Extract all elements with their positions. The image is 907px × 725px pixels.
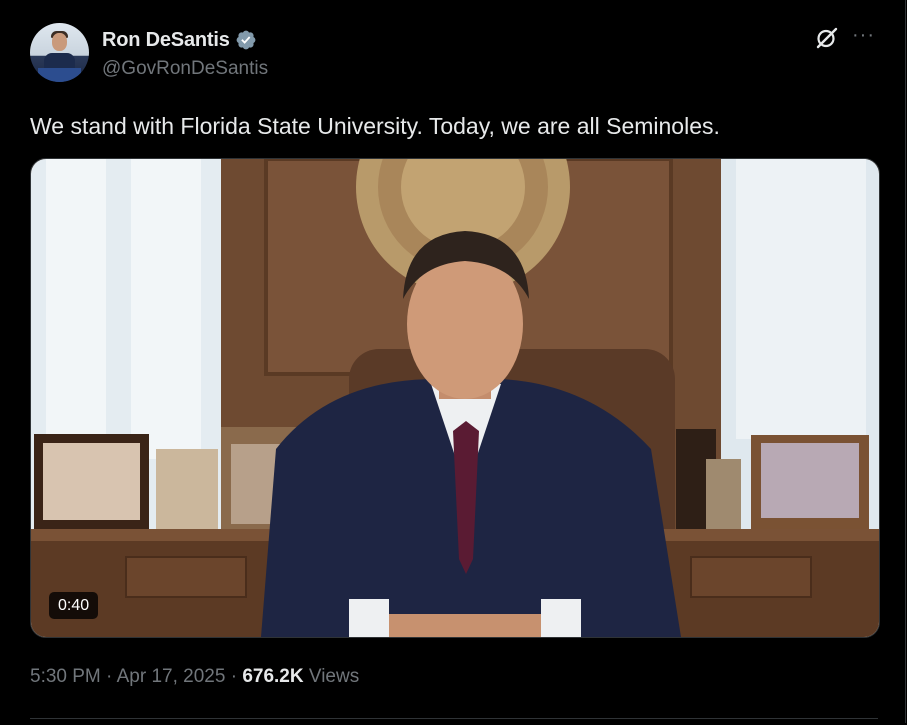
divider	[30, 718, 878, 719]
author-display-name[interactable]: Ron DeSantis	[102, 29, 230, 52]
meta-separator: ·	[230, 666, 238, 687]
more-icon[interactable]: ···	[852, 25, 878, 48]
tweet-container: Ron DeSantis @GovRonDeSantis ··· We stan…	[0, 0, 906, 723]
avatar-podium	[38, 68, 81, 82]
video-player[interactable]: 0:40	[30, 158, 880, 638]
tweet-meta: 5:30 PM · Apr 17, 2025 · 676.2K Views	[30, 666, 359, 688]
verified-badge-icon[interactable]	[235, 29, 257, 51]
video-duration-badge: 0:40	[49, 592, 99, 619]
grok-icon[interactable]	[815, 26, 839, 50]
video-thumbnail	[31, 159, 879, 637]
avatar-face	[52, 33, 67, 51]
author-handle[interactable]: @GovRonDeSantis	[102, 58, 268, 80]
tweet-text: We stand with Florida State University. …	[30, 113, 720, 139]
avatar[interactable]	[30, 23, 89, 82]
tweet-time[interactable]: 5:30 PM	[30, 666, 101, 687]
tweet-date[interactable]: Apr 17, 2025	[117, 666, 226, 687]
views-count: 676.2K	[242, 666, 304, 687]
views-label: Views	[308, 666, 360, 687]
author-name-row: Ron DeSantis	[102, 28, 257, 52]
meta-separator: ·	[106, 666, 113, 687]
